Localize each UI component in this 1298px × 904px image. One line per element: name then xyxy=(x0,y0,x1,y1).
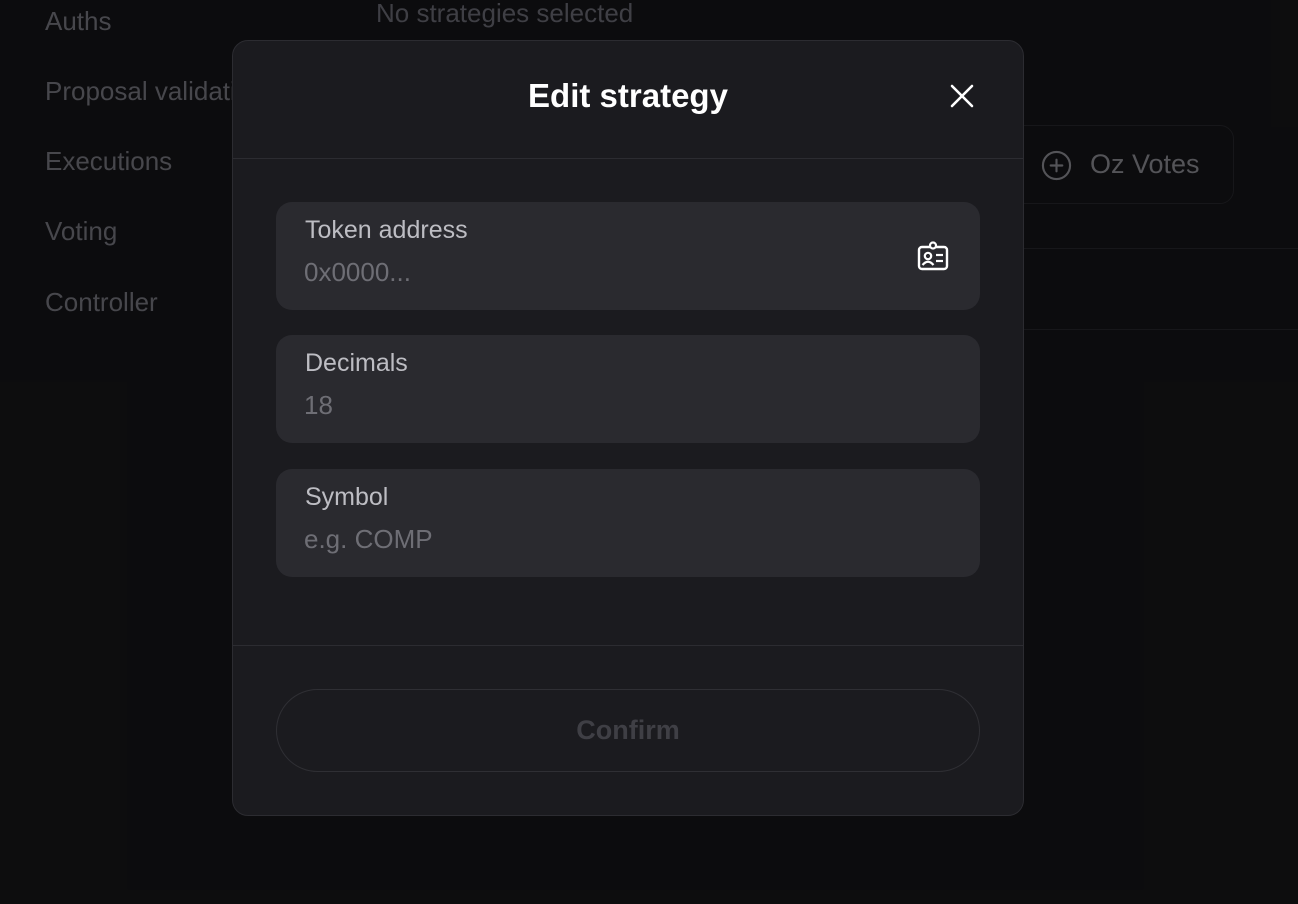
decimals-input[interactable] xyxy=(304,387,904,423)
symbol-label: Symbol xyxy=(305,483,389,511)
edit-strategy-modal: Edit strategy Token address Decimals Sym… xyxy=(232,40,1024,816)
modal-title: Edit strategy xyxy=(528,77,728,114)
token-address-label: Token address xyxy=(305,216,468,244)
contact-card-icon[interactable] xyxy=(916,240,950,272)
symbol-field[interactable]: Symbol xyxy=(276,469,980,577)
confirm-button[interactable]: Confirm xyxy=(276,689,980,772)
modal-footer: Confirm xyxy=(233,645,1023,815)
token-address-field[interactable]: Token address xyxy=(276,202,980,310)
token-address-input[interactable] xyxy=(304,254,904,290)
modal-header: Edit strategy xyxy=(233,41,1023,159)
symbol-input[interactable] xyxy=(304,521,904,557)
decimals-label: Decimals xyxy=(305,349,408,377)
close-icon[interactable] xyxy=(945,79,979,113)
decimals-field[interactable]: Decimals xyxy=(276,335,980,443)
